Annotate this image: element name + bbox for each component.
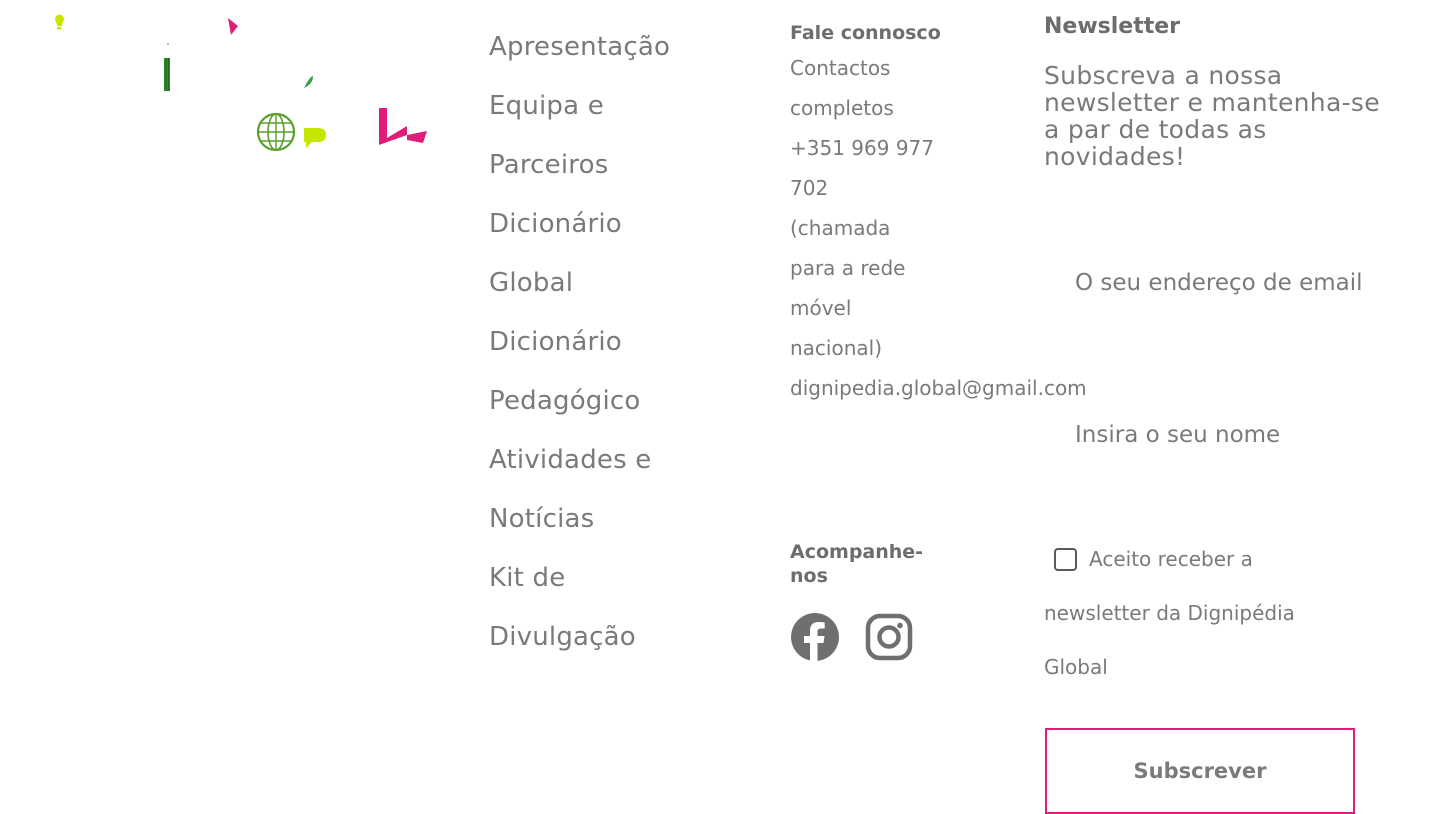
nav-item-kit-divulgacao[interactable]: Kit de Divulgação [489,549,729,667]
newsletter-title: Newsletter [1044,14,1181,39]
contact-title: Fale connosco [790,22,941,44]
consent-group: Aceito receber a newsletter da Dignipédi… [1044,532,1404,694]
contact-line: Contactos [790,56,891,80]
newsletter-description: Subscreva a nossa newsletter e mantenha-… [1044,61,1380,171]
site-logo[interactable] [40,10,440,160]
nav-item-equipa-parceiros[interactable]: Equipa e Parceiros [489,77,729,195]
nav-item-dicionario-global[interactable]: Dicionário Global [489,195,729,313]
social-section: Acompanhe- nos [790,540,970,662]
subscribe-button[interactable]: Subscrever [1045,728,1355,814]
speech-bubble-icon [304,128,326,148]
contact-email-link[interactable]: dignipedia.global@gmail.com [790,368,1087,408]
leaf-icon [304,76,313,88]
instagram-icon[interactable] [864,612,914,662]
newsletter-section: Newsletter Subscreva a nossa newsletter … [1044,12,1424,170]
lightbulb-icon [55,14,64,30]
consent-label-line2: newsletter da Dignipédia [1044,601,1295,625]
consent-label: Aceito receber a [1089,547,1253,571]
nav-item-dicionario-pedagogico[interactable]: Dicionário Pedagógico [489,313,729,431]
name-field[interactable] [1058,410,1407,460]
email-field[interactable] [1058,258,1407,308]
social-links [790,612,970,662]
contact-phone[interactable]: 702 [790,168,1040,208]
pink-shape-icon [228,18,238,35]
book-icon [379,108,427,145]
contact-line: (chamada [790,216,891,240]
contact-line: completos [790,96,894,120]
pencil-icon [164,43,170,91]
contact-section: Fale connosco Contactos completos +351 9… [790,20,1087,408]
contact-details: Contactos completos +351 969 977 702 (ch… [790,48,1040,368]
contact-line: móvel [790,296,852,320]
contact-line: para a rede [790,256,906,280]
facebook-icon[interactable] [790,612,840,662]
consent-checkbox[interactable] [1054,547,1077,571]
footer-nav: Apresentação Equipa e Parceiros Dicionári… [489,18,729,667]
social-title: Acompanhe- nos [790,541,924,587]
globe-icon [256,112,296,152]
nav-item-atividades-noticias[interactable]: Atividades e Notícias [489,431,729,549]
contact-line: nacional) [790,336,883,360]
consent-label-line3: Global [1044,655,1108,679]
contact-phone[interactable]: +351 969 977 [790,128,1040,168]
nav-item-apresentacao[interactable]: Apresentação [489,18,729,77]
